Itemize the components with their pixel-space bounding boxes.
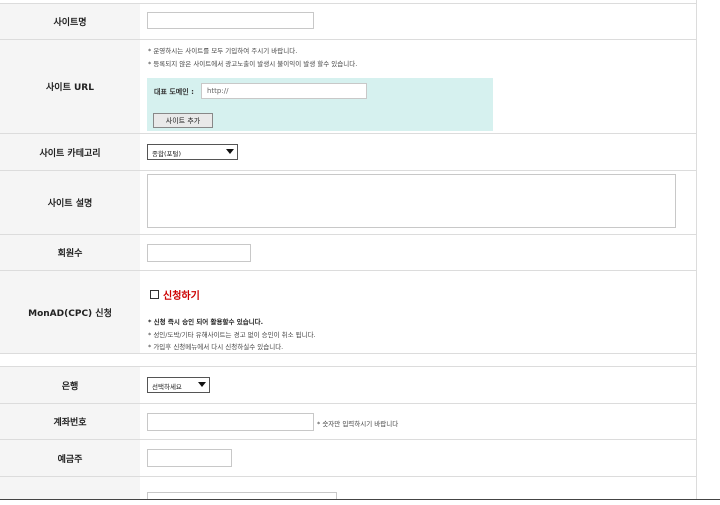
site-url-note-1: * 운영하시는 사이트를 모두 기입하여 주시기 바랍니다. bbox=[148, 47, 298, 55]
members-input[interactable] bbox=[147, 244, 251, 262]
monad-note-2: * 성인/도박/기타 유해사이트는 경고 없이 승인이 취소 됩니다. bbox=[148, 331, 316, 339]
row-site-url: 사이트 URL * 운영하시는 사이트를 모두 기입하여 주시기 바랍니다. *… bbox=[0, 40, 696, 134]
monad-label: MonAD(CPC) 신청 bbox=[0, 271, 140, 353]
site-url-note-2: * 등록되지 않은 사이트에서 광고노출이 발생시 불이익이 발생 할수 있습니… bbox=[148, 60, 358, 68]
account-input[interactable] bbox=[147, 413, 314, 431]
site-description-label: 사이트 설명 bbox=[0, 171, 140, 234]
account-note: * 숫자만 입력하시기 바랍니다 bbox=[317, 420, 399, 428]
row-site-description: 사이트 설명 bbox=[0, 171, 696, 235]
bank-label: 은행 bbox=[0, 367, 140, 403]
holder-input[interactable] bbox=[147, 449, 232, 467]
row-monad: MonAD(CPC) 신청 신청하기 * 신청 즉시 승인 되어 활용할수 있습… bbox=[0, 271, 696, 354]
domain-label: 대표 도메인 : bbox=[154, 88, 194, 96]
domain-input[interactable]: http:// bbox=[201, 83, 367, 99]
site-category-label: 사이트 카테고리 bbox=[0, 134, 140, 170]
chevron-down-icon bbox=[198, 382, 206, 387]
section-gap bbox=[0, 354, 696, 367]
site-description-textarea[interactable] bbox=[147, 174, 676, 228]
bank-value: 선택하세요 bbox=[152, 383, 182, 391]
site-category-value: 종합(포털) bbox=[152, 150, 181, 158]
monad-apply-checkbox[interactable] bbox=[150, 290, 159, 299]
site-name-input[interactable] bbox=[147, 12, 314, 29]
row-holder: 예금주 bbox=[0, 440, 696, 477]
add-site-button[interactable]: 사이트 추가 bbox=[153, 113, 213, 128]
members-label: 회원수 bbox=[0, 235, 140, 270]
bottom-crop-edge bbox=[0, 499, 720, 505]
site-category-select[interactable]: 종합(포털) bbox=[147, 144, 238, 160]
row-account: 계좌번호 * 숫자만 입력하시기 바랍니다 bbox=[0, 404, 696, 440]
row-bank: 은행 선택하세요 bbox=[0, 367, 696, 404]
monad-note-3: * 가입후 신청메뉴에서 다시 신청하실수 있습니다. bbox=[148, 343, 284, 351]
domain-box: 대표 도메인 : http:// 사이트 추가 bbox=[147, 78, 493, 131]
site-name-label: 사이트명 bbox=[0, 4, 140, 39]
monad-note-1: * 신청 즉시 승인 되어 활용할수 있습니다. bbox=[148, 318, 264, 326]
site-url-label: 사이트 URL bbox=[0, 40, 140, 133]
holder-label: 예금주 bbox=[0, 440, 140, 476]
chevron-down-icon bbox=[226, 149, 234, 154]
row-site-category: 사이트 카테고리 종합(포털) bbox=[0, 134, 696, 171]
row-site-name: 사이트명 bbox=[0, 4, 696, 40]
row-members: 회원수 bbox=[0, 235, 696, 271]
monad-apply-label[interactable]: 신청하기 bbox=[163, 287, 200, 302]
bank-select[interactable]: 선택하세요 bbox=[147, 377, 210, 393]
account-label: 계좌번호 bbox=[0, 404, 140, 439]
